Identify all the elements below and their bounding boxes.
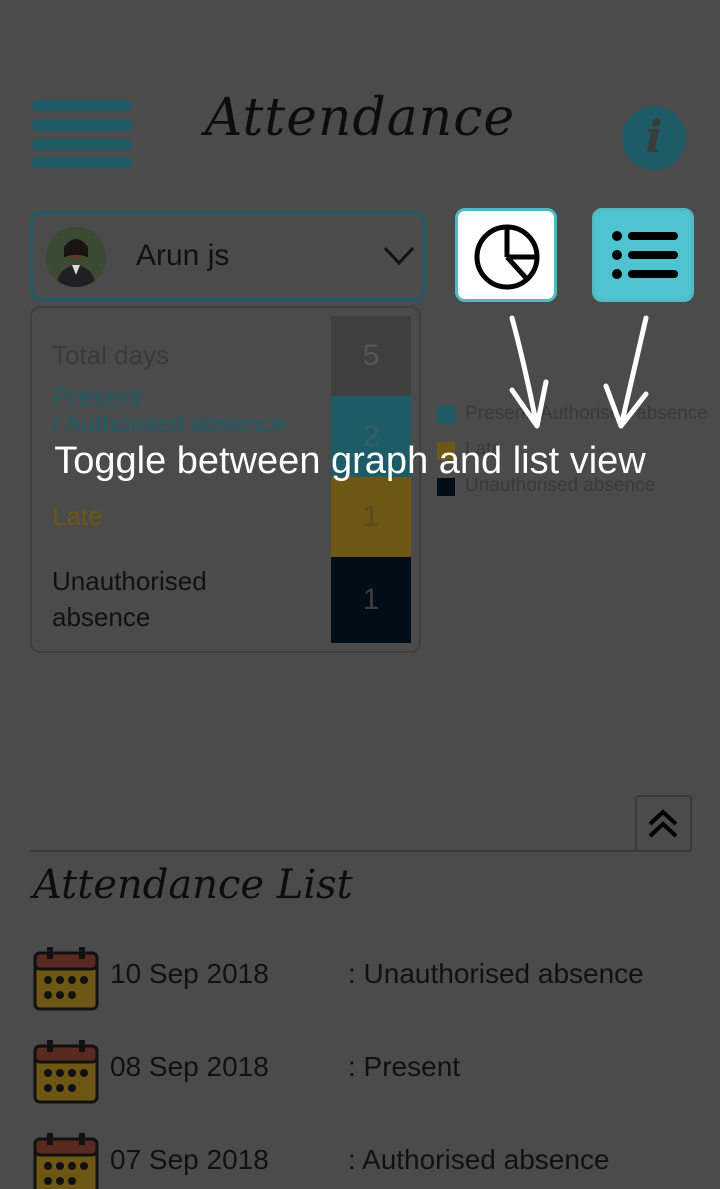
late-value: 1 [331,477,411,557]
avatar [46,227,106,287]
graph-view-button[interactable] [455,208,557,302]
authorised-absence-label: / Authorised absence [52,410,286,438]
late-label: Late [52,501,103,531]
present-label: Present [52,382,142,412]
unauthorised-absence-value: 1 [331,557,411,643]
row-status: : Authorised absence [348,1144,610,1175]
list-item[interactable]: 10 Sep 2018 : Unauthorised absence [33,945,693,1015]
student-name: Arun js [136,239,230,272]
unauthorised-absence-label: Unauthorised absence [52,566,207,632]
calendar-icon [33,1040,99,1104]
double-chevron-up-icon [648,809,678,838]
divider [30,850,690,852]
row-date: 08 Sep 2018 [110,1051,269,1082]
page-title: Attendance [204,88,516,148]
pie-chart-icon [474,224,540,290]
arrow-down-icon [603,315,649,429]
tooltip-text: Toggle between graph and list view [54,440,646,482]
row-date: 10 Sep 2018 [110,958,269,989]
calendar-icon [33,947,99,1011]
row-status: : Present [348,1051,461,1082]
chevron-down-icon [383,246,415,266]
row-date: 07 Sep 2018 [110,1144,269,1175]
scroll-top-button[interactable] [635,795,692,852]
student-select[interactable]: Arun js [30,211,426,301]
list-item[interactable]: 07 Sep 2018 : Authorised absence [33,1131,693,1189]
legend-swatch [437,406,455,424]
total-days-label: Total days [52,340,170,370]
list-item[interactable]: 08 Sep 2018 : Present [33,1038,693,1108]
total-days-value: 5 [331,316,411,396]
list-view-button[interactable] [592,208,694,302]
attendance-list-title: Attendance List [33,862,353,908]
arrow-down-icon [509,315,549,429]
row-status: : Unauthorised absence [348,958,644,989]
list-icon [612,231,678,279]
calendar-icon [33,1133,99,1189]
info-button[interactable]: i [622,106,686,170]
